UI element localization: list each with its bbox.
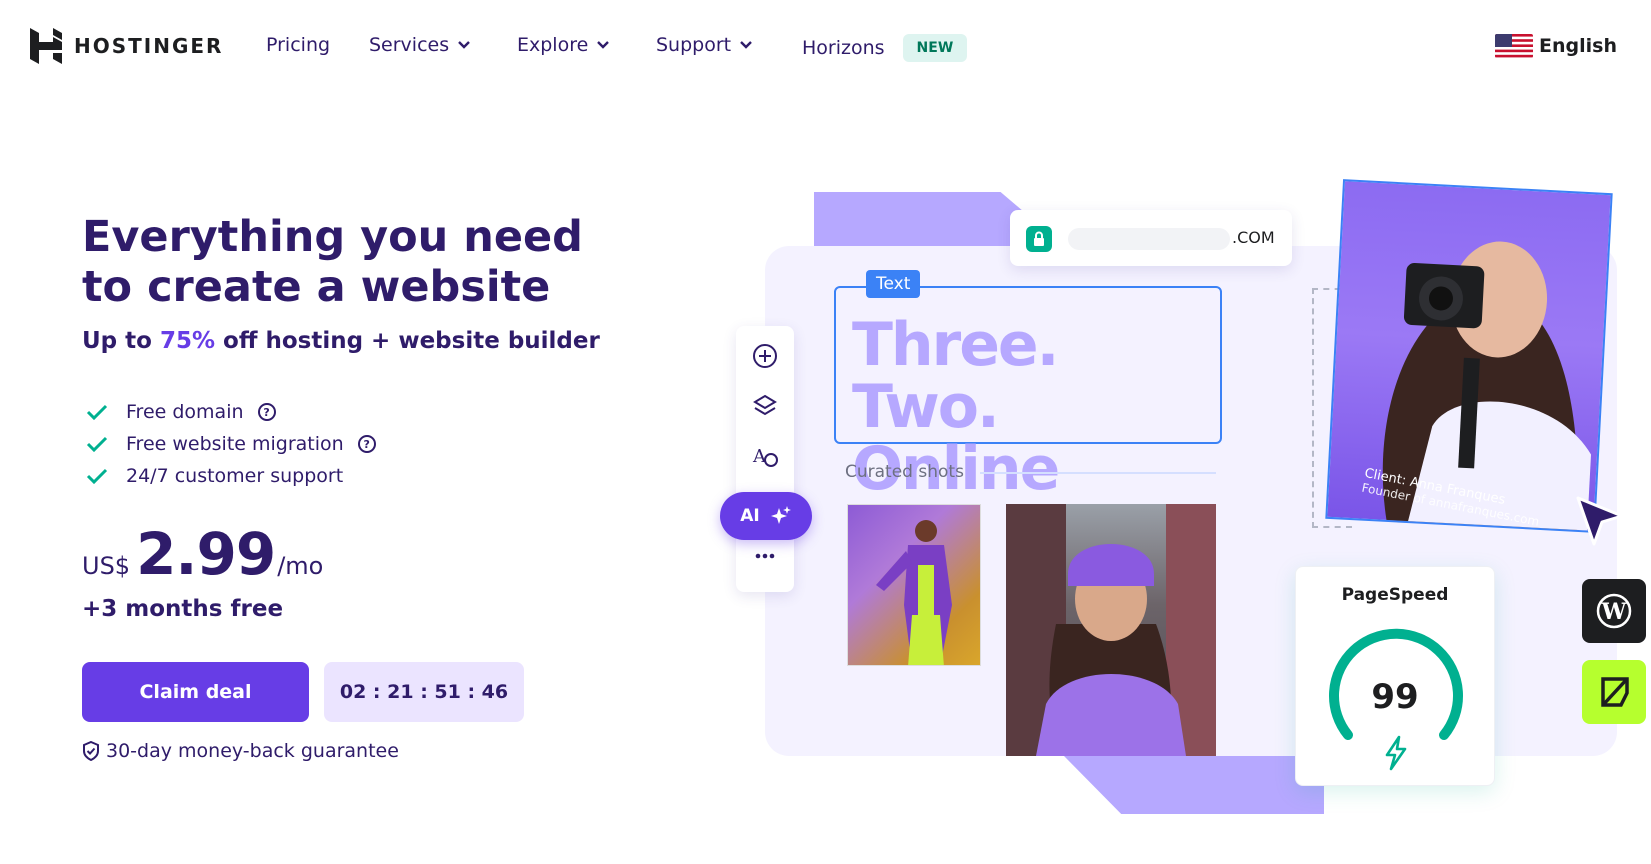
guarantee-note: 30-day money-back guarantee [82,740,399,762]
shield-icon [83,741,99,761]
decorative-shape [1064,756,1324,814]
client-photo-card[interactable]: Client: Anna Franques Founder of annafra… [1325,179,1613,533]
nav-item-horizons[interactable]: Horizons NEW [802,34,968,62]
nav-item-label: Services [369,34,450,56]
price-currency: US$ [82,552,131,580]
list-item: Free domain ? [86,396,376,428]
text-block-selected[interactable]: Text Three. Two. Online [834,270,1222,500]
builder-logo-button[interactable] [1582,660,1646,724]
language-selector[interactable]: English [1495,34,1617,58]
discount-percent: 75% [159,328,216,354]
fashion-photo [847,504,981,666]
nav-item-label: Explore [517,34,589,56]
feature-label: Free website migration [126,433,344,455]
sparkles-icon [770,506,791,524]
plus-circle-icon[interactable] [751,342,779,370]
feature-list: Free domain ? Free website migration ? 2… [86,396,376,492]
builder-toolbar: A [736,326,794,592]
section-label: Curated shots [845,462,964,482]
wordpress-icon: W [1596,593,1632,629]
top-navigation: HOSTINGER Pricing Services Explore Suppo… [0,0,1651,96]
hostinger-logo-icon [30,28,62,64]
price-amount: 2.99 [136,520,276,588]
guarantee-label: 30-day money-back guarantee [106,740,399,762]
hero-title: Everything you need to create a website [82,212,583,312]
new-badge: NEW [902,34,968,62]
more-icon[interactable] [751,542,779,570]
hostinger-logo[interactable]: HOSTINGER [30,28,223,64]
svg-text:A: A [752,446,767,467]
nav-item-services[interactable]: Services [369,34,471,56]
nav-item-label: Support [656,34,732,56]
chevron-down-icon [597,41,610,49]
divider [980,472,1216,474]
us-flag-icon [1495,34,1534,58]
check-icon [86,404,108,421]
nav-item-label: Horizons [802,37,885,59]
wordpress-button[interactable]: W [1582,579,1646,643]
headline-line: Three. Two. [852,310,1059,442]
url-bar: .COM [1010,210,1292,266]
decorative-shape [814,192,1026,246]
chevron-down-icon [740,41,752,49]
cursor-arrow-icon [1576,496,1624,546]
palette-icon[interactable]: A [751,442,779,470]
url-tld: .COM [1232,228,1275,247]
nav-item-explore[interactable]: Explore [517,34,610,56]
list-item: 24/7 customer support [86,460,376,492]
nav-item-label: Pricing [266,34,331,56]
ai-button[interactable]: AI [720,492,812,540]
price-display: US$ 2.99 /mo [82,520,323,588]
svg-text:W: W [1601,599,1627,625]
feature-label: Free domain [126,401,244,423]
lock-icon [1026,226,1052,252]
text-tag: Text [866,270,921,298]
list-item: Free website migration ? [86,428,376,460]
help-icon[interactable]: ? [357,435,376,453]
ai-label: AI [740,506,760,526]
check-icon [86,468,108,485]
portrait-photo [1006,504,1216,756]
nav-item-pricing[interactable]: Pricing [266,34,330,56]
check-icon [86,436,108,453]
logo-frame-icon [1601,677,1629,707]
layers-icon[interactable] [751,392,779,420]
claim-deal-button[interactable]: Claim deal [82,662,309,722]
brand-name: HOSTINGER [74,34,224,58]
hero-subtitle-prefix: Up to [82,328,160,354]
pagespeed-card: PageSpeed 99 [1295,566,1495,786]
price-period: /mo [277,552,324,580]
url-field [1068,228,1230,250]
hero-subtitle-suffix: off hosting + website builder [215,328,600,354]
help-icon[interactable]: ? [257,403,276,421]
hero-subtitle: Up to 75% off hosting + website builder [82,328,600,354]
countdown-timer: 02 : 21 : 51 : 46 [324,662,524,722]
bonus-text: +3 months free [82,596,284,622]
language-label: English [1539,35,1617,57]
feature-label: 24/7 customer support [126,465,344,487]
lightning-icon [1385,735,1407,771]
chevron-down-icon [458,41,470,49]
pagespeed-score: 99 [1371,677,1419,717]
nav-item-support[interactable]: Support [656,34,753,56]
